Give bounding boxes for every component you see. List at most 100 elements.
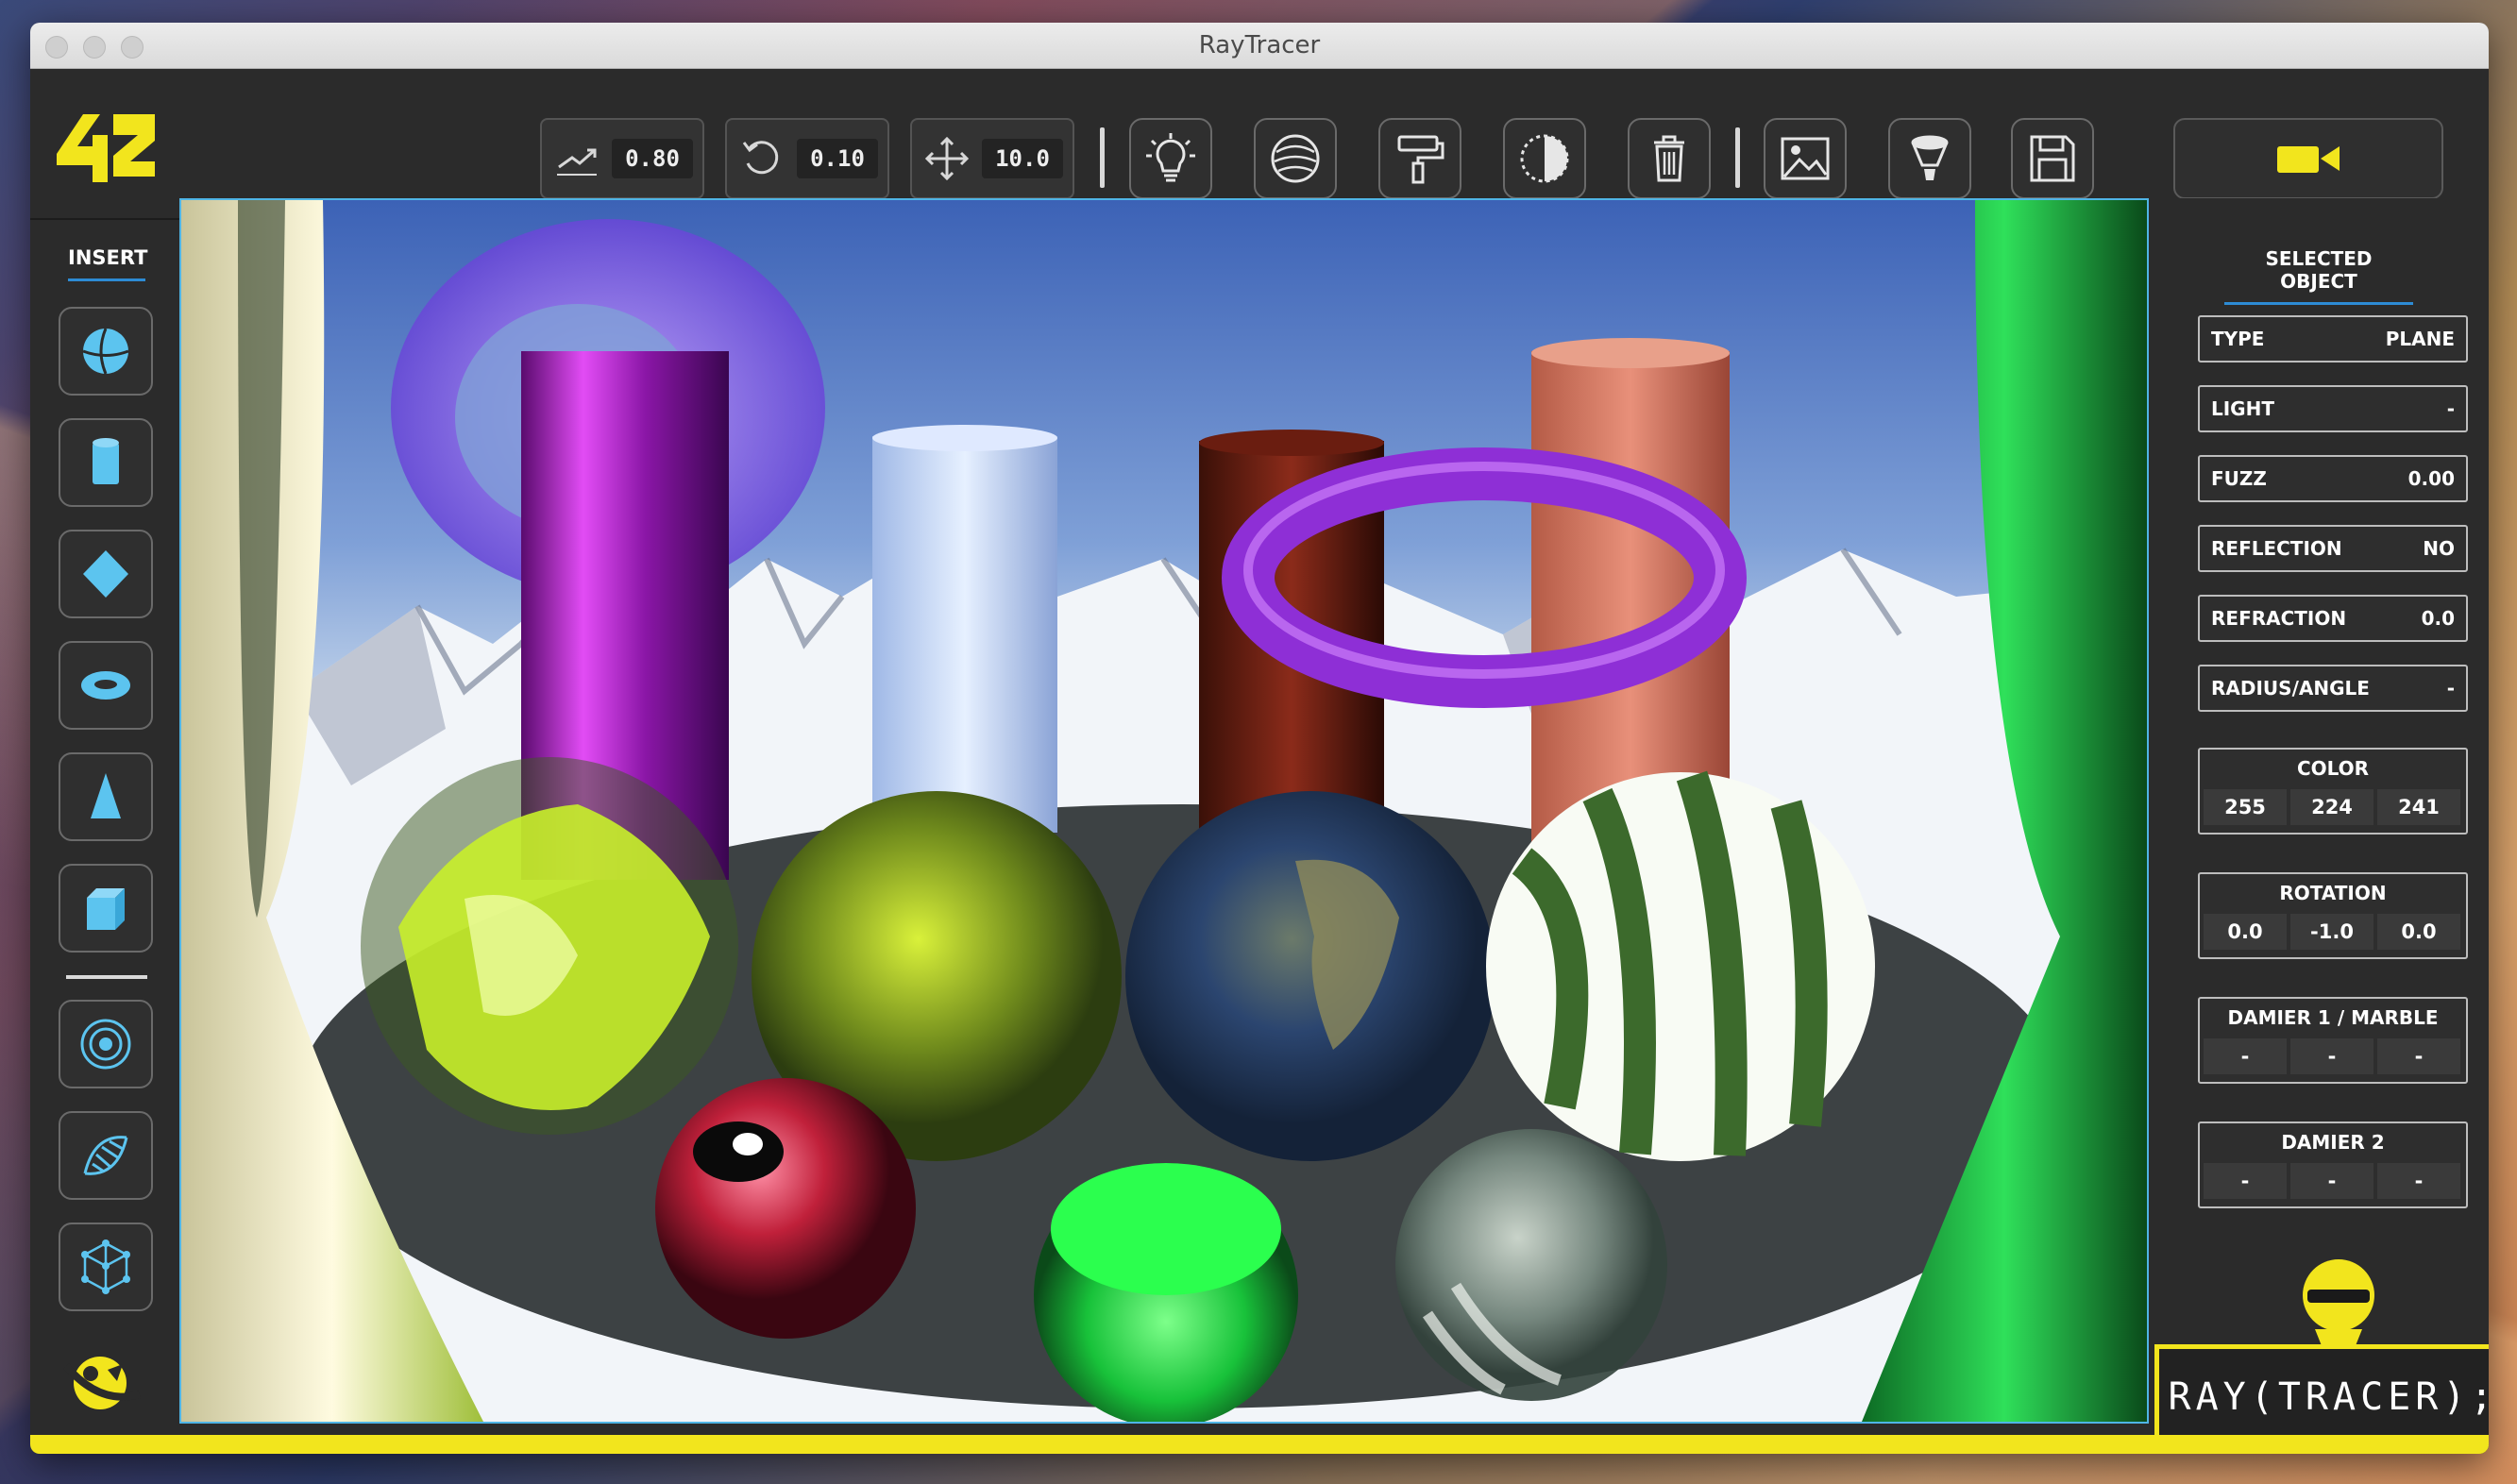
radius-label: RADIUS/ANGLE xyxy=(2211,677,2370,700)
trash-icon xyxy=(1654,135,1684,182)
render-viewport[interactable] xyxy=(179,198,2149,1424)
damier2-label: DAMIER 2 xyxy=(2281,1131,2385,1154)
panel-title: SELECTED OBJECT xyxy=(2224,247,2413,305)
app-window: RayTracer 0.80 0.10 10.0 INSERT SELECTED… xyxy=(30,23,2489,1454)
radius-value[interactable]: - xyxy=(2447,677,2455,700)
light-field[interactable]: LIGHT - xyxy=(2198,385,2468,432)
contrast-button[interactable] xyxy=(1503,118,1586,199)
paint-roller-icon xyxy=(1397,135,1444,184)
color-r-input[interactable]: 255 xyxy=(2204,789,2287,825)
color-group: COLOR 255 224 241 xyxy=(2198,748,2468,835)
paint-button[interactable] xyxy=(1378,118,1461,199)
rendered-scene xyxy=(181,200,2147,1422)
refraction-value[interactable]: 0.0 xyxy=(2422,607,2455,630)
texture-button[interactable] xyxy=(1254,118,1337,199)
move-step-control[interactable]: 10.0 xyxy=(910,118,1074,199)
target-rings-icon xyxy=(80,1019,131,1070)
refraction-field[interactable]: REFRACTION 0.0 xyxy=(2198,595,2468,642)
contrast-icon xyxy=(1520,134,1569,183)
insert-cube-button[interactable] xyxy=(59,864,153,953)
minimize-window-button[interactable] xyxy=(83,36,106,59)
insert-title: INSERT xyxy=(68,246,147,281)
filter-button[interactable] xyxy=(1888,118,1971,199)
rotation-x-input[interactable]: 0.0 xyxy=(2204,914,2287,950)
refraction-label: REFRACTION xyxy=(2211,607,2347,630)
damier2-c-input[interactable]: - xyxy=(2377,1163,2460,1199)
rotation-label: ROTATION xyxy=(2279,882,2387,904)
logo-42-icon xyxy=(57,114,155,182)
rotation-y-input[interactable]: -1.0 xyxy=(2290,914,2373,950)
light-value[interactable]: - xyxy=(2447,397,2455,420)
texture-sphere-icon xyxy=(1271,134,1320,183)
reflection-field[interactable]: REFLECTION NO xyxy=(2198,525,2468,572)
damier1-a-input[interactable]: - xyxy=(2204,1038,2287,1074)
close-window-button[interactable] xyxy=(45,36,68,59)
rotate-icon xyxy=(742,141,779,175)
reflection-value[interactable]: NO xyxy=(2423,537,2455,560)
damier1-label: DAMIER 1 / MARBLE xyxy=(2227,1006,2439,1029)
maximize-window-button[interactable] xyxy=(121,36,144,59)
rotation-group: ROTATION 0.0 -1.0 0.0 xyxy=(2198,872,2468,959)
background-image-button[interactable] xyxy=(1764,118,1847,199)
insert-object-button[interactable] xyxy=(59,1223,153,1311)
mascot-icon xyxy=(2303,1259,2374,1348)
light-bulb-icon xyxy=(1146,133,1195,182)
damier2-b-input[interactable]: - xyxy=(2290,1163,2373,1199)
damier1-c-input[interactable]: - xyxy=(2377,1038,2460,1074)
video-camera-icon xyxy=(2277,146,2340,173)
damier1-b-input[interactable]: - xyxy=(2290,1038,2373,1074)
delete-button[interactable] xyxy=(1628,118,1711,199)
trend-arrow-icon xyxy=(557,148,597,176)
bottom-accent-bar xyxy=(30,1435,2489,1454)
damier1-group: DAMIER 1 / MARBLE - - - xyxy=(2198,997,2468,1084)
sidebar-divider xyxy=(66,975,147,979)
fuzz-label: FUZZ xyxy=(2211,467,2267,490)
damier2-a-input[interactable]: - xyxy=(2204,1163,2287,1199)
move-arrows-icon xyxy=(924,136,970,181)
fuzz-value[interactable]: 0.00 xyxy=(2408,467,2455,490)
rotation-step-value[interactable]: 0.10 xyxy=(797,139,878,178)
diamond-icon xyxy=(83,550,128,598)
toolbar-separator xyxy=(1735,127,1740,188)
insert-helix-button[interactable] xyxy=(59,1111,153,1200)
damier2-group: DAMIER 2 - - - xyxy=(2198,1121,2468,1208)
color-b-input[interactable]: 241 xyxy=(2377,789,2460,825)
torus-icon xyxy=(81,671,130,700)
image-icon xyxy=(1781,137,1830,180)
insert-cone-button[interactable] xyxy=(59,752,153,841)
fuzz-field[interactable]: FUZZ 0.00 xyxy=(2198,455,2468,502)
rotation-z-input[interactable]: 0.0 xyxy=(2377,914,2460,950)
type-label: TYPE xyxy=(2211,328,2265,350)
reflection-label: REFLECTION xyxy=(2211,537,2342,560)
save-button[interactable] xyxy=(2011,118,2094,199)
title-bar: RayTracer xyxy=(30,23,2489,69)
light-button[interactable] xyxy=(1129,118,1212,199)
camera-button[interactable] xyxy=(2173,118,2443,199)
radius-angle-field[interactable]: RADIUS/ANGLE - xyxy=(2198,665,2468,712)
cube-icon xyxy=(87,888,125,930)
type-value[interactable]: PLANE xyxy=(2386,328,2455,350)
move-step-value[interactable]: 10.0 xyxy=(982,139,1063,178)
insert-rings-button[interactable] xyxy=(59,1000,153,1088)
insert-diamond-button[interactable] xyxy=(59,530,153,618)
planet-logo-icon[interactable] xyxy=(62,1347,144,1419)
color-label: COLOR xyxy=(2296,757,2370,780)
toolbar: 0.80 0.10 10.0 xyxy=(30,69,2489,220)
rotation-step-control[interactable]: 0.10 xyxy=(725,118,889,199)
color-g-input[interactable]: 224 xyxy=(2290,789,2373,825)
speed-control[interactable]: 0.80 xyxy=(540,118,704,199)
insert-cylinder-button[interactable] xyxy=(59,418,153,507)
insert-sidebar: INSERT xyxy=(30,220,179,1445)
sphere-icon xyxy=(82,328,129,375)
window-title: RayTracer xyxy=(1198,31,1321,59)
speed-value[interactable]: 0.80 xyxy=(612,139,693,178)
type-field[interactable]: TYPE PLANE xyxy=(2198,315,2468,363)
cylinder-icon xyxy=(93,438,119,484)
save-floppy-icon xyxy=(2030,135,2075,182)
insert-torus-button[interactable] xyxy=(59,641,153,730)
insert-sphere-button[interactable] xyxy=(59,307,153,396)
filter-icon xyxy=(1911,135,1949,180)
dna-helix-icon xyxy=(83,1136,128,1175)
graph-cube-icon xyxy=(81,1239,130,1294)
toolbar-separator xyxy=(1100,127,1105,188)
